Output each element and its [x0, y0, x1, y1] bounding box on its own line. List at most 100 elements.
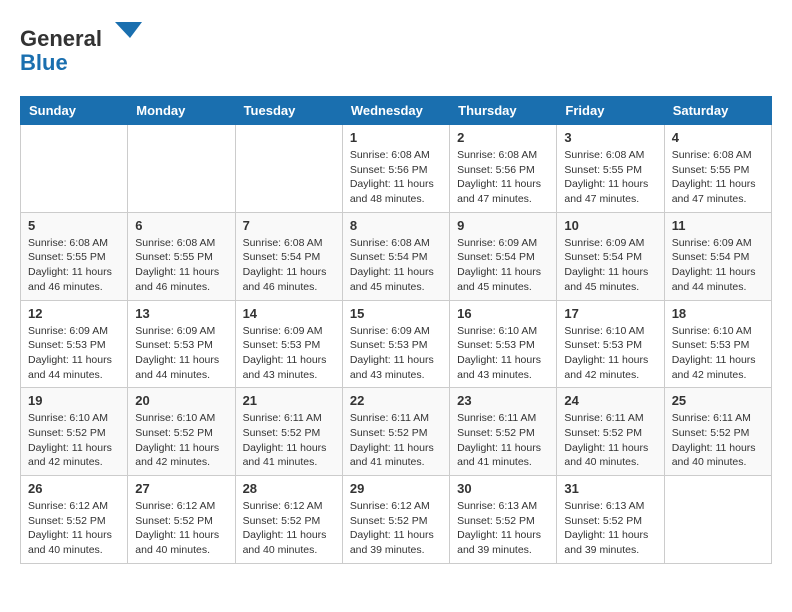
- day-info: Sunrise: 6:11 AM Sunset: 5:52 PM Dayligh…: [457, 411, 549, 470]
- day-number: 16: [457, 306, 549, 321]
- calendar-week-row: 12Sunrise: 6:09 AM Sunset: 5:53 PM Dayli…: [21, 300, 772, 388]
- calendar-day-cell: 4 Sunrise: 6:08 AM Sunset: 5:55 PM Daylig…: [664, 125, 771, 213]
- day-info: Sunrise: 6:13 AM Sunset: 5:52 PM Dayligh…: [457, 499, 549, 558]
- day-number: 1: [350, 130, 442, 145]
- day-info: Sunrise: 6:10 AM Sunset: 5:53 PM Dayligh…: [564, 324, 656, 383]
- day-number: 6: [135, 218, 227, 233]
- calendar-day-cell: 17 Sunrise: 6:10 AM Sunset: 5:53 PM Dayli…: [557, 300, 664, 388]
- day-info: Sunrise: 6:08 AM Sunset: 5:55 PM Dayligh…: [28, 236, 120, 295]
- day-number: 26: [28, 481, 120, 496]
- day-number: 5: [28, 218, 120, 233]
- calendar-day-cell: 15Sunrise: 6:09 AM Sunset: 5:53 PM Dayli…: [342, 300, 449, 388]
- calendar-week-row: 1 Sunrise: 6:08 AM Sunset: 5:56 PM Daylig…: [21, 125, 772, 213]
- day-number: 13: [135, 306, 227, 321]
- day-info: Sunrise: 6:09 AM Sunset: 5:54 PM Dayligh…: [564, 236, 656, 295]
- calendar-day-cell: 25 Sunrise: 6:11 AM Sunset: 5:52 PM Dayli…: [664, 388, 771, 476]
- day-info: Sunrise: 6:09 AM Sunset: 5:54 PM Dayligh…: [672, 236, 764, 295]
- weekday-header-saturday: Saturday: [664, 97, 771, 125]
- calendar-day-cell: 28 Sunrise: 6:12 AM Sunset: 5:52 PM Dayli…: [235, 476, 342, 564]
- calendar-day-cell: 10 Sunrise: 6:09 AM Sunset: 5:54 PM Dayli…: [557, 212, 664, 300]
- day-info: Sunrise: 6:09 AM Sunset: 5:54 PM Dayligh…: [457, 236, 549, 295]
- weekday-header-tuesday: Tuesday: [235, 97, 342, 125]
- calendar-day-cell: [235, 125, 342, 213]
- calendar-day-cell: 2 Sunrise: 6:08 AM Sunset: 5:56 PM Daylig…: [450, 125, 557, 213]
- page-header: GeneralBlue: [20, 20, 772, 80]
- calendar-day-cell: 19 Sunrise: 6:10 AM Sunset: 5:52 PM Dayli…: [21, 388, 128, 476]
- calendar-day-cell: 12Sunrise: 6:09 AM Sunset: 5:53 PM Dayli…: [21, 300, 128, 388]
- day-info: Sunrise: 6:13 AM Sunset: 5:52 PM Dayligh…: [564, 499, 656, 558]
- day-number: 8: [350, 218, 442, 233]
- day-info: Sunrise: 6:08 AM Sunset: 5:56 PM Dayligh…: [457, 148, 549, 207]
- day-number: 19: [28, 393, 120, 408]
- calendar-day-cell: 22Sunrise: 6:11 AM Sunset: 5:52 PM Dayli…: [342, 388, 449, 476]
- calendar-day-cell: 6 Sunrise: 6:08 AM Sunset: 5:55 PM Daylig…: [128, 212, 235, 300]
- calendar-day-cell: [664, 476, 771, 564]
- logo: GeneralBlue: [20, 20, 150, 80]
- calendar-day-cell: 30 Sunrise: 6:13 AM Sunset: 5:52 PM Dayli…: [450, 476, 557, 564]
- calendar-table: SundayMondayTuesdayWednesdayThursdayFrid…: [20, 96, 772, 564]
- day-number: 31: [564, 481, 656, 496]
- day-info: Sunrise: 6:11 AM Sunset: 5:52 PM Dayligh…: [564, 411, 656, 470]
- day-number: 3: [564, 130, 656, 145]
- day-info: Sunrise: 6:09 AM Sunset: 5:53 PM Dayligh…: [28, 324, 120, 383]
- day-info: Sunrise: 6:08 AM Sunset: 5:56 PM Dayligh…: [350, 148, 442, 207]
- day-info: Sunrise: 6:11 AM Sunset: 5:52 PM Dayligh…: [672, 411, 764, 470]
- calendar-day-cell: 21 Sunrise: 6:11 AM Sunset: 5:52 PM Dayli…: [235, 388, 342, 476]
- day-info: Sunrise: 6:09 AM Sunset: 5:53 PM Dayligh…: [243, 324, 335, 383]
- svg-text:Blue: Blue: [20, 50, 68, 75]
- day-number: 28: [243, 481, 335, 496]
- day-info: Sunrise: 6:09 AM Sunset: 5:53 PM Dayligh…: [350, 324, 442, 383]
- calendar-day-cell: 13 Sunrise: 6:09 AM Sunset: 5:53 PM Dayli…: [128, 300, 235, 388]
- calendar-day-cell: 31 Sunrise: 6:13 AM Sunset: 5:52 PM Dayli…: [557, 476, 664, 564]
- day-info: Sunrise: 6:10 AM Sunset: 5:53 PM Dayligh…: [457, 324, 549, 383]
- calendar-day-cell: 7 Sunrise: 6:08 AM Sunset: 5:54 PM Daylig…: [235, 212, 342, 300]
- calendar-day-cell: 14 Sunrise: 6:09 AM Sunset: 5:53 PM Dayli…: [235, 300, 342, 388]
- day-info: Sunrise: 6:10 AM Sunset: 5:52 PM Dayligh…: [28, 411, 120, 470]
- calendar-week-row: 19 Sunrise: 6:10 AM Sunset: 5:52 PM Dayli…: [21, 388, 772, 476]
- calendar-day-cell: 24 Sunrise: 6:11 AM Sunset: 5:52 PM Dayli…: [557, 388, 664, 476]
- day-info: Sunrise: 6:08 AM Sunset: 5:54 PM Dayligh…: [243, 236, 335, 295]
- day-number: 2: [457, 130, 549, 145]
- day-number: 23: [457, 393, 549, 408]
- day-number: 18: [672, 306, 764, 321]
- day-info: Sunrise: 6:10 AM Sunset: 5:52 PM Dayligh…: [135, 411, 227, 470]
- day-info: Sunrise: 6:12 AM Sunset: 5:52 PM Dayligh…: [243, 499, 335, 558]
- day-number: 22: [350, 393, 442, 408]
- day-info: Sunrise: 6:09 AM Sunset: 5:53 PM Dayligh…: [135, 324, 227, 383]
- calendar-day-cell: 3Sunrise: 6:08 AM Sunset: 5:55 PM Daylig…: [557, 125, 664, 213]
- day-number: 21: [243, 393, 335, 408]
- day-number: 17: [564, 306, 656, 321]
- day-number: 20: [135, 393, 227, 408]
- day-number: 29: [350, 481, 442, 496]
- day-number: 30: [457, 481, 549, 496]
- calendar-day-cell: 27Sunrise: 6:12 AM Sunset: 5:52 PM Dayli…: [128, 476, 235, 564]
- logo-svg: GeneralBlue: [20, 20, 150, 80]
- weekday-header-sunday: Sunday: [21, 97, 128, 125]
- day-info: Sunrise: 6:08 AM Sunset: 5:55 PM Dayligh…: [135, 236, 227, 295]
- day-number: 10: [564, 218, 656, 233]
- calendar-day-cell: [128, 125, 235, 213]
- calendar-day-cell: 5 Sunrise: 6:08 AM Sunset: 5:55 PM Daylig…: [21, 212, 128, 300]
- day-number: 25: [672, 393, 764, 408]
- weekday-header-friday: Friday: [557, 97, 664, 125]
- day-info: Sunrise: 6:12 AM Sunset: 5:52 PM Dayligh…: [350, 499, 442, 558]
- calendar-day-cell: 16 Sunrise: 6:10 AM Sunset: 5:53 PM Dayli…: [450, 300, 557, 388]
- calendar-day-cell: 29 Sunrise: 6:12 AM Sunset: 5:52 PM Dayli…: [342, 476, 449, 564]
- svg-text:General: General: [20, 26, 102, 51]
- day-info: Sunrise: 6:08 AM Sunset: 5:54 PM Dayligh…: [350, 236, 442, 295]
- weekday-header-wednesday: Wednesday: [342, 97, 449, 125]
- day-info: Sunrise: 6:11 AM Sunset: 5:52 PM Dayligh…: [243, 411, 335, 470]
- day-number: 7: [243, 218, 335, 233]
- weekday-header-monday: Monday: [128, 97, 235, 125]
- calendar-day-cell: 9Sunrise: 6:09 AM Sunset: 5:54 PM Daylig…: [450, 212, 557, 300]
- day-number: 14: [243, 306, 335, 321]
- day-number: 11: [672, 218, 764, 233]
- weekday-header-thursday: Thursday: [450, 97, 557, 125]
- day-number: 4: [672, 130, 764, 145]
- day-number: 24: [564, 393, 656, 408]
- calendar-day-cell: 23 Sunrise: 6:11 AM Sunset: 5:52 PM Dayli…: [450, 388, 557, 476]
- calendar-day-cell: 20 Sunrise: 6:10 AM Sunset: 5:52 PM Dayli…: [128, 388, 235, 476]
- day-info: Sunrise: 6:08 AM Sunset: 5:55 PM Dayligh…: [672, 148, 764, 207]
- calendar-day-cell: 8 Sunrise: 6:08 AM Sunset: 5:54 PM Daylig…: [342, 212, 449, 300]
- day-info: Sunrise: 6:12 AM Sunset: 5:52 PM Dayligh…: [135, 499, 227, 558]
